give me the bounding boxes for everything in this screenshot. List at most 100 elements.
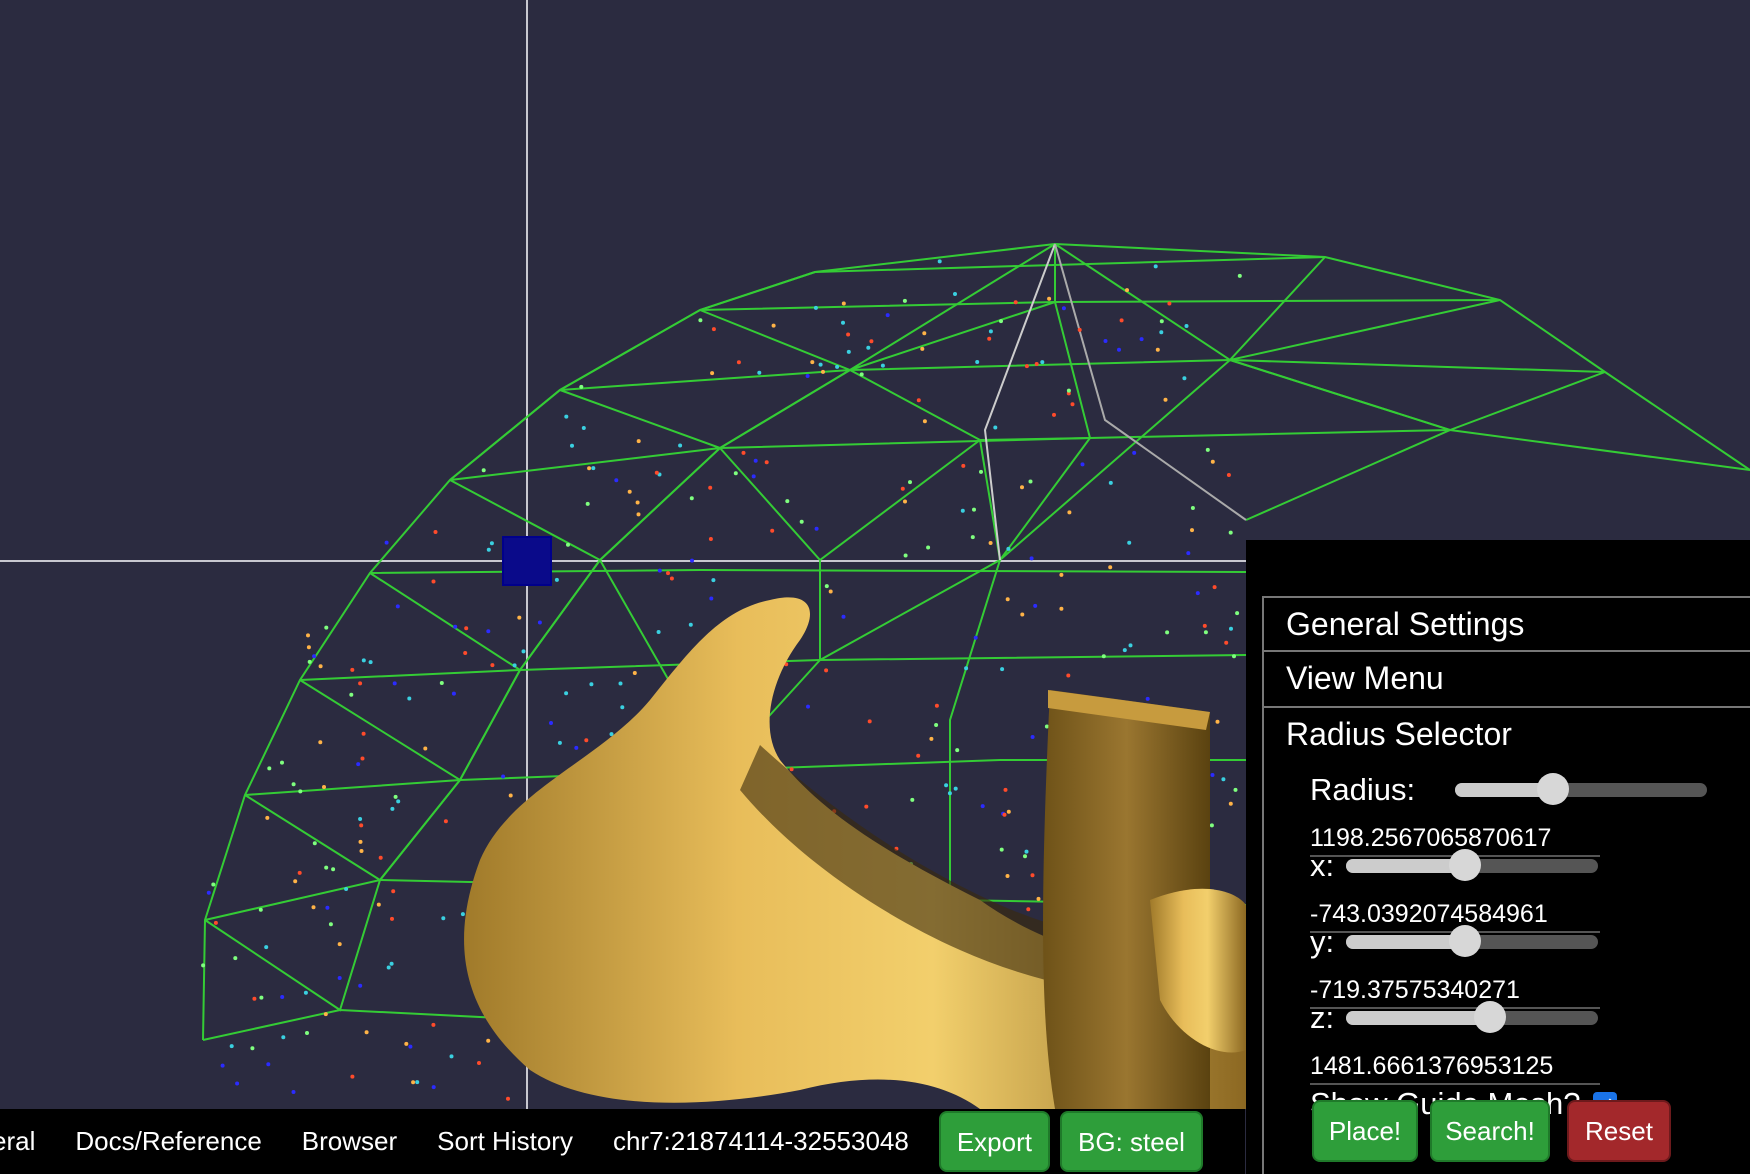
data-point bbox=[359, 823, 364, 828]
general-settings-section[interactable]: General Settings bbox=[1262, 596, 1750, 652]
data-point bbox=[846, 332, 851, 337]
data-point bbox=[265, 815, 270, 820]
data-point bbox=[307, 659, 312, 664]
data-point bbox=[264, 945, 269, 950]
background-toggle-button[interactable]: BG: steel bbox=[1060, 1111, 1203, 1172]
data-point bbox=[451, 691, 456, 696]
data-point bbox=[944, 783, 949, 788]
data-point bbox=[1202, 623, 1207, 628]
data-point bbox=[953, 786, 958, 791]
data-point bbox=[350, 1074, 355, 1079]
data-point bbox=[1030, 873, 1035, 878]
radius-label: Radius: bbox=[1310, 772, 1416, 807]
data-point bbox=[1026, 907, 1031, 912]
data-point bbox=[581, 426, 586, 430]
tab-sort-history[interactable]: Sort History bbox=[417, 1126, 593, 1157]
x-slider[interactable] bbox=[1346, 849, 1599, 881]
data-point bbox=[360, 756, 365, 761]
data-point bbox=[1190, 506, 1195, 510]
data-point bbox=[359, 849, 364, 853]
data-point bbox=[1155, 347, 1160, 352]
general-settings-header[interactable]: General Settings bbox=[1264, 598, 1750, 650]
data-point bbox=[1006, 546, 1011, 551]
data-point bbox=[323, 1012, 328, 1017]
region-locus-link[interactable]: chr7:21874114-32553048 bbox=[593, 1126, 929, 1157]
data-point bbox=[1235, 611, 1240, 616]
search-button[interactable]: Search! bbox=[1430, 1100, 1550, 1162]
data-point bbox=[1024, 849, 1029, 854]
chromatin-tube bbox=[464, 597, 1246, 1109]
data-point bbox=[501, 774, 506, 779]
data-point bbox=[293, 879, 298, 884]
data-point bbox=[318, 664, 323, 669]
data-point bbox=[1127, 540, 1132, 545]
data-point bbox=[1228, 801, 1233, 806]
z-value[interactable]: 1481.6661376953125 bbox=[1310, 1052, 1600, 1085]
view-menu-header[interactable]: View Menu bbox=[1264, 652, 1750, 704]
data-point bbox=[900, 486, 905, 491]
data-point bbox=[1080, 462, 1085, 467]
data-point bbox=[1228, 530, 1233, 535]
data-point bbox=[481, 468, 486, 473]
data-point bbox=[431, 1085, 436, 1090]
radius-slider[interactable] bbox=[1455, 773, 1708, 805]
data-point bbox=[690, 558, 694, 563]
data-point bbox=[557, 740, 562, 745]
data-point bbox=[211, 882, 216, 887]
y-row: y: bbox=[1310, 924, 1599, 960]
data-point bbox=[1070, 402, 1075, 407]
data-point bbox=[636, 439, 641, 444]
data-point bbox=[828, 589, 833, 594]
tab-general[interactable]: eral bbox=[0, 1126, 55, 1157]
z-slider[interactable] bbox=[1346, 1001, 1599, 1033]
data-point bbox=[443, 819, 448, 824]
bottom-toolbar: eral Docs/Reference Browser Sort History… bbox=[0, 1109, 1245, 1174]
data-point bbox=[908, 480, 912, 485]
data-point bbox=[666, 571, 670, 576]
data-point bbox=[298, 789, 303, 794]
export-button[interactable]: Export bbox=[938, 1111, 1050, 1172]
radius-selector-header[interactable]: Radius Selector bbox=[1264, 708, 1750, 760]
z-slider-thumb[interactable] bbox=[1473, 1001, 1506, 1033]
data-point bbox=[337, 942, 342, 947]
data-point bbox=[312, 841, 317, 846]
tab-browser[interactable]: Browser bbox=[282, 1126, 417, 1157]
data-point bbox=[391, 889, 396, 894]
data-point bbox=[1036, 896, 1041, 901]
data-point bbox=[389, 961, 394, 966]
y-slider-thumb[interactable] bbox=[1448, 925, 1481, 957]
data-point bbox=[291, 1090, 296, 1094]
data-point bbox=[390, 806, 395, 811]
data-point bbox=[384, 540, 389, 545]
data-point bbox=[757, 370, 762, 375]
data-point bbox=[570, 443, 574, 448]
reset-button[interactable]: Reset bbox=[1567, 1100, 1671, 1162]
settings-panel: General Settings View Menu Radius Select… bbox=[1246, 540, 1750, 1174]
data-point bbox=[1108, 565, 1113, 570]
y-slider[interactable] bbox=[1346, 925, 1599, 957]
radius-slider-thumb[interactable] bbox=[1537, 773, 1570, 805]
data-point bbox=[1209, 823, 1214, 828]
data-point bbox=[489, 541, 494, 546]
tab-docs-reference[interactable]: Docs/Reference bbox=[55, 1126, 281, 1157]
x-row: x: bbox=[1310, 848, 1599, 884]
x-slider-thumb[interactable] bbox=[1448, 849, 1481, 881]
data-point bbox=[1128, 643, 1133, 648]
data-point bbox=[733, 471, 738, 476]
data-point bbox=[423, 746, 428, 751]
z-slider-fill bbox=[1346, 1011, 1490, 1025]
data-point bbox=[903, 553, 908, 558]
data-point bbox=[1033, 603, 1038, 608]
data-point bbox=[408, 1044, 413, 1049]
data-point bbox=[584, 738, 589, 743]
place-button[interactable]: Place! bbox=[1312, 1100, 1418, 1162]
data-point bbox=[311, 905, 316, 910]
data-point bbox=[736, 360, 741, 365]
view-menu-section[interactable]: View Menu bbox=[1262, 652, 1750, 708]
data-point bbox=[835, 364, 840, 369]
data-point bbox=[1165, 630, 1170, 635]
data-point bbox=[1237, 273, 1242, 278]
data-point bbox=[358, 983, 363, 988]
data-point bbox=[821, 369, 825, 374]
data-point bbox=[306, 633, 310, 638]
